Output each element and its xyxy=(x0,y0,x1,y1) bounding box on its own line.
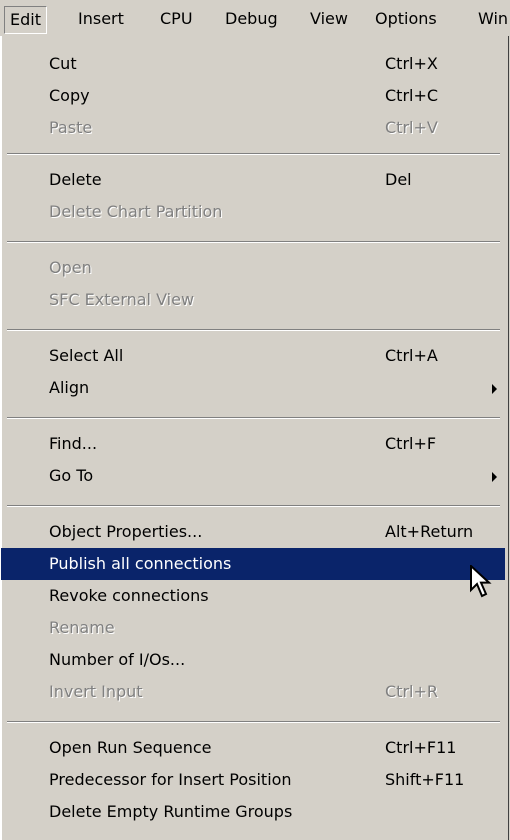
menu-item-label: Copy xyxy=(49,86,90,105)
menu-item-label: Publish all connections xyxy=(49,554,232,573)
menu-item-predecessor-insert-position[interactable]: Predecessor for Insert Position Shift+F1… xyxy=(1,764,505,796)
menu-debug[interactable]: Debug xyxy=(225,7,278,31)
menu-view[interactable]: View xyxy=(310,7,348,31)
menu-item-label: Find... xyxy=(49,434,98,453)
menu-item-label: Open Run Sequence xyxy=(49,738,212,757)
menu-item-find[interactable]: Find... Ctrl+F xyxy=(1,428,505,460)
edit-dropdown-menu: Cut Ctrl+X Copy Ctrl+C Paste Ctrl+V Dele… xyxy=(0,36,509,840)
menu-separator xyxy=(7,329,500,331)
menu-separator xyxy=(7,241,500,243)
menu-item-label: Cut xyxy=(49,54,77,73)
menu-item-shortcut: Ctrl+R xyxy=(385,682,438,701)
menu-item-label: Predecessor for Insert Position xyxy=(49,770,292,789)
menu-item-label: Delete Empty Runtime Groups xyxy=(49,802,293,821)
menu-item-label: Rename xyxy=(49,618,115,637)
menu-item-shortcut: Ctrl+X xyxy=(385,54,438,73)
menu-separator xyxy=(7,721,500,723)
menu-separator xyxy=(7,417,500,419)
menu-separator xyxy=(7,153,500,155)
submenu-arrow-icon xyxy=(492,384,497,394)
menu-item-shortcut: Del xyxy=(385,170,412,189)
menu-item-label: Revoke connections xyxy=(49,586,209,605)
menu-cpu[interactable]: CPU xyxy=(160,7,193,31)
menu-item-cut[interactable]: Cut Ctrl+X xyxy=(1,48,505,80)
menu-item-label: Invert Input xyxy=(49,682,143,701)
menu-item-label: Object Properties... xyxy=(49,522,203,541)
menu-item-delete-chart-partition: Delete Chart Partition xyxy=(1,196,505,228)
menu-item-label: Select All xyxy=(49,346,124,365)
menu-item-label: Number of I/Os... xyxy=(49,650,186,669)
menu-item-number-of-ios[interactable]: Number of I/Os... xyxy=(1,644,505,676)
menu-item-label: Align xyxy=(49,378,90,397)
menu-item-shortcut: Ctrl+F11 xyxy=(385,738,457,757)
menu-separator xyxy=(7,505,500,507)
menu-item-shortcut: Ctrl+C xyxy=(385,86,439,105)
menu-item-label: Paste xyxy=(49,118,93,137)
menu-item-label: SFC External View xyxy=(49,290,195,309)
menu-item-shortcut: Ctrl+V xyxy=(385,118,438,137)
menu-item-shortcut: Shift+F11 xyxy=(385,770,465,789)
menu-item-object-properties[interactable]: Object Properties... Alt+Return xyxy=(1,516,505,548)
menu-edit[interactable]: Edit xyxy=(4,6,47,34)
menu-item-invert-input: Invert Input Ctrl+R xyxy=(1,676,505,708)
mouse-cursor-icon xyxy=(470,565,492,598)
menu-item-open: Open xyxy=(1,252,505,284)
menu-item-shortcut: Ctrl+F xyxy=(385,434,437,453)
menu-item-select-all[interactable]: Select All Ctrl+A xyxy=(1,340,505,372)
menu-item-open-run-sequence[interactable]: Open Run Sequence Ctrl+F11 xyxy=(1,732,505,764)
menu-item-sfc-external-view: SFC External View xyxy=(1,284,505,316)
menu-insert[interactable]: Insert xyxy=(78,7,124,31)
menu-item-align[interactable]: Align xyxy=(1,372,505,404)
menu-item-delete-empty-runtime-groups[interactable]: Delete Empty Runtime Groups xyxy=(1,796,505,828)
menu-item-label: Delete Chart Partition xyxy=(49,202,223,221)
menu-item-go-to[interactable]: Go To xyxy=(1,460,505,492)
menu-item-revoke-connections[interactable]: Revoke connections xyxy=(1,580,505,612)
menu-item-rename: Rename xyxy=(1,612,505,644)
menu-item-label: Open xyxy=(49,258,92,277)
submenu-arrow-icon xyxy=(492,472,497,482)
menu-item-shortcut: Ctrl+A xyxy=(385,346,438,365)
menu-options[interactable]: Options xyxy=(375,7,437,31)
menu-item-copy[interactable]: Copy Ctrl+C xyxy=(1,80,505,112)
menu-item-label: Go To xyxy=(49,466,94,485)
menu-item-label: Delete xyxy=(49,170,102,189)
menu-item-publish-all-connections[interactable]: Publish all connections xyxy=(1,548,505,580)
menu-bar: Edit Insert CPU Debug View Options Win xyxy=(0,0,510,36)
menu-window[interactable]: Win xyxy=(478,7,508,31)
menu-item-paste: Paste Ctrl+V xyxy=(1,112,505,144)
menu-item-delete[interactable]: Delete Del xyxy=(1,164,505,196)
menu-item-shortcut: Alt+Return xyxy=(385,522,474,541)
